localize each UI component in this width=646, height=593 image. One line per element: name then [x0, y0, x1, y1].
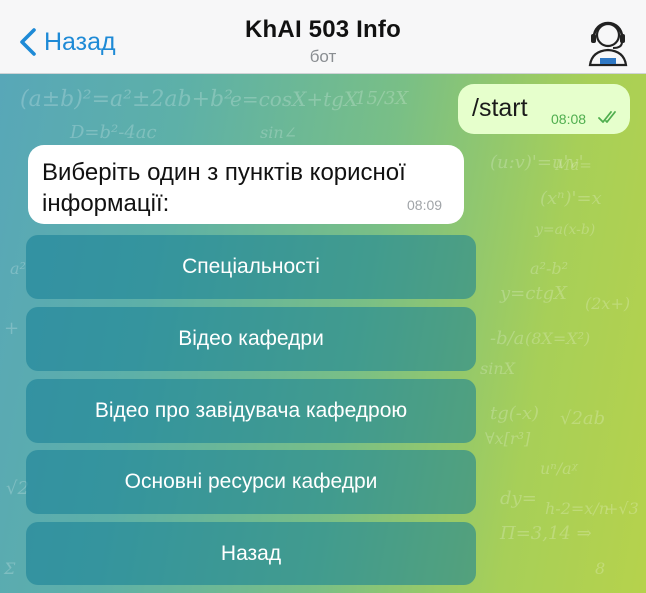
svg-text:tg(-x): tg(-x): [490, 403, 539, 424]
svg-text:dy=: dy=: [500, 488, 537, 509]
svg-text:√2ab: √2ab: [560, 408, 605, 429]
svg-text:uⁿ/aᵡ: uⁿ/aᵡ: [540, 459, 579, 478]
svg-text:Ma=: Ma=: [554, 156, 592, 174]
read-checkmarks-icon: [598, 111, 616, 123]
svg-text:Π=3,14 ⇒: Π=3,14 ⇒: [499, 523, 592, 544]
svg-text:(8X=X²): (8X=X²): [525, 329, 590, 348]
keyboard-button-department-video[interactable]: Відео кафедри: [26, 307, 476, 371]
chat-title: KhAI 503 Info: [245, 16, 401, 43]
svg-text:D=b²-4ac: D=b²-4ac: [69, 122, 157, 143]
svg-text:y=ctgX: y=ctgX: [499, 283, 568, 304]
svg-text:-b/a: -b/a: [490, 328, 524, 349]
svg-text:8: 8: [595, 559, 605, 578]
svg-text:a²: a²: [10, 259, 26, 278]
svg-text:y=a(x-b): y=a(x-b): [534, 222, 595, 238]
svg-text:+√3: +√3: [605, 499, 639, 518]
keyboard-button-label: Відео кафедри: [178, 327, 324, 350]
message-text: Виберіть один з пунктів корисної інформа…: [42, 159, 406, 217]
message-time: 08:08: [551, 111, 587, 127]
bot-avatar-icon[interactable]: [584, 15, 632, 67]
keyboard-button-main-resources[interactable]: Основні ресурси кафедри: [26, 450, 476, 514]
keyboard-button-head-video[interactable]: Відео про завідувача кафедрою: [26, 379, 476, 443]
chat-subtitle: бот: [309, 47, 337, 66]
keyboard-button-label: Назад: [220, 541, 282, 565]
svg-text:h-2=x/n: h-2=x/n: [545, 499, 609, 518]
keyboard-button-label: Спеціальності: [182, 255, 320, 278]
svg-text:(a±b)²=a²±2ab+b²: (a±b)²=a²±2ab+b²: [20, 87, 233, 112]
svg-text:sinX: sinX: [480, 359, 516, 378]
keyboard-button-back[interactable]: Назад: [26, 522, 476, 585]
chat-title-block[interactable]: KhAI 503 Info бот: [0, 16, 646, 67]
keyboard-button-label: Основні ресурси кафедри: [124, 470, 378, 493]
svg-text:sin∠: sin∠: [260, 123, 297, 142]
chat-area[interactable]: (a±b)²=a²±2ab+b² e=cosX+tgX 15/3X D=b²-4…: [0, 74, 646, 593]
message-text: /start: [472, 94, 528, 122]
svg-text:(2x+): (2x+): [585, 294, 630, 313]
message-time: 08:09: [407, 197, 443, 213]
svg-text:+: +: [4, 318, 19, 339]
telegram-chat-screen: Назад KhAI 503 Info бот (a±b)²=a²±2ab+b²…: [0, 0, 646, 593]
svg-text:Σ: Σ: [3, 559, 16, 578]
svg-text:a²-b²: a²-b²: [530, 259, 568, 278]
incoming-message[interactable]: Виберіть один з пунктів корисної інформа…: [28, 145, 464, 224]
outgoing-message[interactable]: /start 08:08: [458, 84, 630, 134]
svg-text:15/3X: 15/3X: [355, 88, 409, 109]
keyboard-button-label: Відео про завідувача кафедрою: [94, 399, 408, 422]
keyboard-button-specialties[interactable]: Спеціальності: [26, 235, 476, 299]
svg-text:e=cosX+tgX: e=cosX+tgX: [230, 87, 359, 111]
svg-text:∀x[r³]: ∀x[r³]: [485, 429, 531, 448]
chat-header: Назад KhAI 503 Info бот: [0, 0, 646, 74]
svg-text:(xⁿ)'=x: (xⁿ)'=x: [540, 188, 602, 209]
